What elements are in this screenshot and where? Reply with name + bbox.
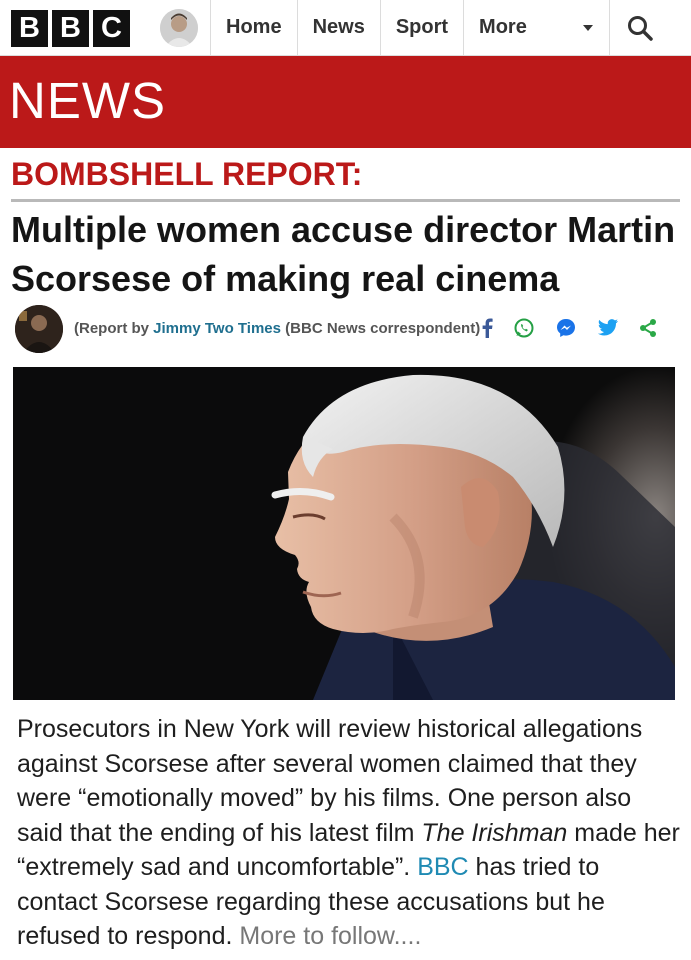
nav-item-home[interactable]: Home — [210, 0, 297, 55]
messenger-icon[interactable] — [555, 317, 577, 339]
film-title: The Irishman — [421, 818, 568, 847]
bbc-link[interactable]: BBC — [417, 853, 468, 881]
nav-item-news[interactable]: News — [296, 0, 380, 55]
article-body: Prosecutors in New York will review hist… — [17, 712, 681, 954]
profile-avatar[interactable] — [160, 9, 198, 47]
user-avatar-icon — [160, 9, 198, 47]
article-photo — [13, 367, 675, 700]
whatsapp-icon[interactable] — [513, 317, 535, 339]
byline-prefix: (Report by — [74, 320, 154, 337]
nav-item-more-label: More — [479, 16, 527, 38]
share-icons — [481, 317, 657, 339]
news-wordmark[interactable]: NEWS — [9, 73, 166, 129]
search-button[interactable] — [609, 0, 670, 55]
news-banner: NEWS — [0, 56, 691, 148]
author-avatar[interactable] — [15, 305, 63, 353]
bbc-logo[interactable]: B B C — [11, 10, 130, 47]
bbc-logo-letter: C — [93, 10, 130, 47]
more-to-follow: More to follow.... — [239, 922, 422, 950]
article-kicker: BOMBSHELL REPORT: — [11, 156, 363, 192]
byline-row: (Report by Jimmy Two Times (BBC News cor… — [15, 305, 683, 355]
facebook-icon[interactable] — [481, 318, 493, 338]
bbc-logo-letter: B — [52, 10, 89, 47]
nav-item-sport[interactable]: Sport — [379, 0, 463, 55]
bbc-logo-letter: B — [11, 10, 48, 47]
share-icon[interactable] — [639, 318, 657, 338]
divider — [11, 199, 680, 202]
byline-suffix: (BBC News correspondent) — [281, 320, 481, 337]
author-photo-icon — [15, 305, 63, 353]
search-icon — [628, 15, 653, 41]
author-link[interactable]: Jimmy Two Times — [153, 320, 281, 337]
article-byline: (Report by Jimmy Two Times (BBC News cor… — [74, 320, 480, 337]
nav-item-more[interactable]: More — [463, 0, 609, 55]
twitter-icon[interactable] — [597, 318, 619, 338]
top-navigation-bar: B B C Home News Sport More — [0, 0, 691, 56]
primary-nav: Home News Sport More — [210, 0, 670, 55]
portrait-photo-icon — [13, 367, 675, 700]
article-headline: Multiple women accuse director Martin Sc… — [11, 209, 676, 299]
caret-down-icon — [583, 24, 594, 31]
